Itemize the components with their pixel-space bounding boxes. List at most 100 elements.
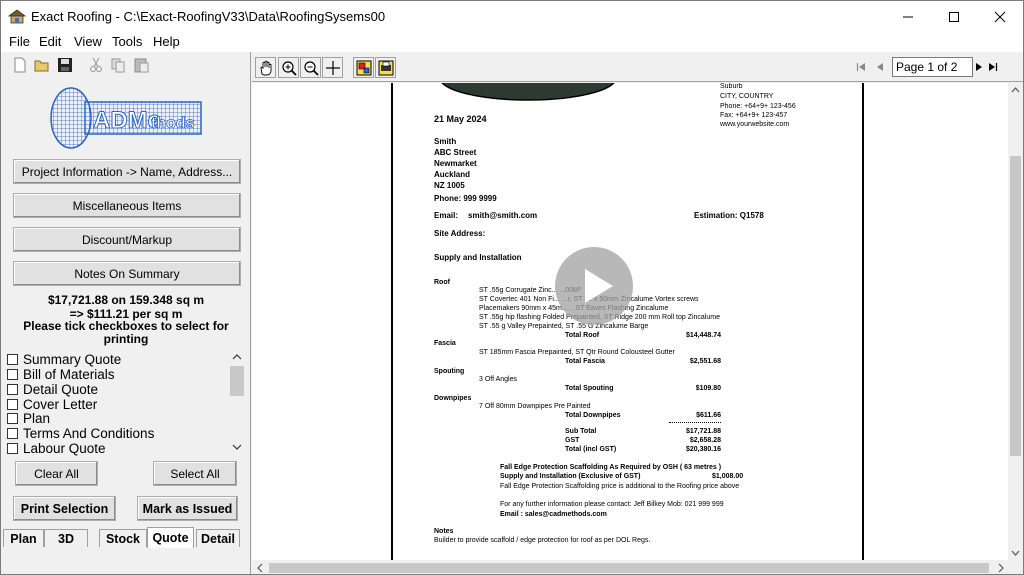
cut-icon[interactable] bbox=[87, 56, 105, 74]
viewer-vertical-scrollbar[interactable] bbox=[1008, 83, 1023, 560]
play-icon bbox=[585, 269, 613, 303]
client-name: Smith bbox=[434, 137, 457, 146]
checkbox-cover-letter[interactable]: Cover Letter bbox=[7, 397, 97, 412]
viewer-toolbar: Page 1 of 2 bbox=[252, 52, 1023, 82]
app-icon bbox=[8, 9, 26, 24]
checkbox[interactable] bbox=[7, 413, 18, 424]
checkbox[interactable] bbox=[7, 384, 18, 395]
checkbox[interactable] bbox=[7, 354, 18, 365]
company-fax: Fax: +64+9+ 123-457 bbox=[720, 112, 788, 119]
close-icon bbox=[994, 11, 1006, 22]
client-city: Auckland bbox=[434, 170, 471, 179]
notes-summary-button[interactable]: Notes On Summary bbox=[13, 261, 241, 286]
first-page-icon[interactable] bbox=[856, 62, 866, 72]
checkbox-label: Bill of Materials bbox=[23, 367, 115, 382]
total-fascia-label: Total Fascia bbox=[565, 358, 605, 365]
tab-detail[interactable]: Detail bbox=[196, 529, 240, 547]
tab-3d[interactable]: 3D bbox=[44, 529, 88, 547]
minimize-button[interactable] bbox=[885, 1, 931, 32]
checkbox-plan[interactable]: Plan bbox=[7, 411, 50, 426]
gst-label: GST bbox=[565, 437, 580, 444]
client-street: ABC Street bbox=[434, 148, 477, 157]
checkbox-label: Terms And Conditions bbox=[23, 426, 155, 441]
checkbox-detail-quote[interactable]: Detail Quote bbox=[7, 382, 98, 397]
checkbox[interactable] bbox=[7, 428, 18, 439]
zoom-out-icon bbox=[303, 60, 319, 76]
menu-edit[interactable]: Edit bbox=[39, 34, 61, 49]
print-icon bbox=[378, 60, 393, 75]
notes-line: Builder to provide scaffold / edge prote… bbox=[434, 537, 651, 544]
menu-tools[interactable]: Tools bbox=[112, 34, 142, 49]
client-email: smith@smith.com bbox=[468, 211, 538, 220]
print-checklist: Summary Quote Bill of Materials Detail Q… bbox=[7, 349, 245, 456]
total-cost-line: $17,721.88 on 159.348 sq m bbox=[47, 293, 205, 307]
subtotal-label: Sub Total bbox=[565, 428, 597, 435]
zoom-in-button[interactable] bbox=[278, 57, 299, 78]
left-panel: ADMe thods Project Information -> Name, … bbox=[1, 52, 251, 574]
zoom-out-button[interactable] bbox=[300, 57, 321, 78]
discount-markup-button[interactable]: Discount/Markup bbox=[13, 227, 241, 252]
tab-quote[interactable]: Quote bbox=[147, 527, 194, 548]
menu-file[interactable]: File bbox=[9, 34, 30, 49]
company-website: www.yourwebsite.com bbox=[720, 121, 790, 128]
estimation-number: Estimation: Q1578 bbox=[694, 211, 764, 220]
client-suburb: Newmarket bbox=[434, 159, 477, 168]
client-postcode: NZ 1005 bbox=[434, 181, 465, 190]
report-viewer-area: Page 1 of 2 Suburb CITY, COUNTRY Phone: … bbox=[252, 52, 1023, 574]
total-spouting-label: Total Spouting bbox=[565, 385, 614, 392]
roof-label: Roof bbox=[434, 279, 450, 286]
svg-text:thods: thods bbox=[151, 115, 195, 132]
select-all-button[interactable]: Select All bbox=[153, 461, 237, 486]
tab-plan[interactable]: Plan bbox=[3, 529, 44, 547]
misc-items-button[interactable]: Miscellaneous Items bbox=[13, 193, 241, 218]
open-folder-icon[interactable] bbox=[33, 56, 51, 74]
menu-bar: File Edit View Tools Help bbox=[1, 32, 1023, 52]
project-info-button[interactable]: Project Information -> Name, Address... bbox=[13, 159, 241, 184]
close-button[interactable] bbox=[977, 1, 1023, 32]
last-page-icon[interactable] bbox=[988, 62, 998, 72]
company-logo-image bbox=[441, 83, 615, 101]
checkbox-summary-quote[interactable]: Summary Quote bbox=[7, 352, 121, 367]
notes-label: Notes bbox=[434, 528, 454, 535]
play-video-button[interactable] bbox=[555, 247, 633, 325]
paste-icon[interactable] bbox=[132, 56, 150, 74]
print-selection-button[interactable]: Print Selection bbox=[13, 496, 116, 521]
next-page-icon[interactable] bbox=[975, 62, 983, 72]
minimize-icon bbox=[903, 16, 913, 17]
contact-email: Email : sales@cadmethods.com bbox=[500, 511, 607, 518]
menu-help[interactable]: Help bbox=[153, 34, 180, 49]
subtotal-value: $17,721.88 bbox=[685, 428, 721, 435]
export-button[interactable] bbox=[353, 57, 374, 78]
checkbox-bill-materials[interactable]: Bill of Materials bbox=[7, 367, 115, 382]
menu-view[interactable]: View bbox=[74, 34, 102, 49]
maximize-button[interactable] bbox=[931, 1, 977, 32]
gst-value: $2,658.28 bbox=[689, 437, 721, 444]
zoom-in-icon bbox=[281, 60, 297, 76]
fall-protection-heading: Fall Edge Protection Scaffolding As Requ… bbox=[500, 464, 722, 471]
checkbox-labour-quote[interactable]: Labour Quote bbox=[7, 441, 106, 456]
checklist-scrollbar[interactable] bbox=[229, 349, 245, 456]
pan-tool-button[interactable] bbox=[255, 57, 276, 78]
downpipes-label: Downpipes bbox=[434, 395, 472, 402]
scrollbar-icon bbox=[257, 563, 1004, 573]
spouting-label: Spouting bbox=[434, 368, 465, 375]
previous-page-icon[interactable] bbox=[876, 62, 884, 72]
viewer-horizontal-scrollbar[interactable] bbox=[252, 560, 1009, 574]
checkbox[interactable] bbox=[7, 399, 18, 410]
copy-icon[interactable] bbox=[109, 56, 127, 74]
subtotal-rule bbox=[669, 422, 721, 423]
checkbox-terms[interactable]: Terms And Conditions bbox=[7, 426, 154, 441]
tab-stock[interactable]: Stock bbox=[99, 529, 147, 547]
total-fascia-value: $2,551.68 bbox=[689, 358, 721, 365]
print-report-button[interactable] bbox=[375, 57, 396, 78]
save-icon[interactable] bbox=[56, 56, 74, 74]
page-indicator[interactable]: Page 1 of 2 bbox=[892, 57, 973, 77]
checkbox[interactable] bbox=[7, 369, 18, 380]
tick-instruction-2: printing bbox=[103, 332, 149, 346]
scrollbar-icon bbox=[1010, 87, 1021, 556]
new-file-icon[interactable] bbox=[11, 56, 29, 74]
checkbox[interactable] bbox=[7, 443, 18, 454]
crosshair-button[interactable] bbox=[322, 57, 343, 78]
clear-all-button[interactable]: Clear All bbox=[15, 461, 98, 486]
mark-issued-button[interactable]: Mark as Issued bbox=[137, 496, 238, 521]
